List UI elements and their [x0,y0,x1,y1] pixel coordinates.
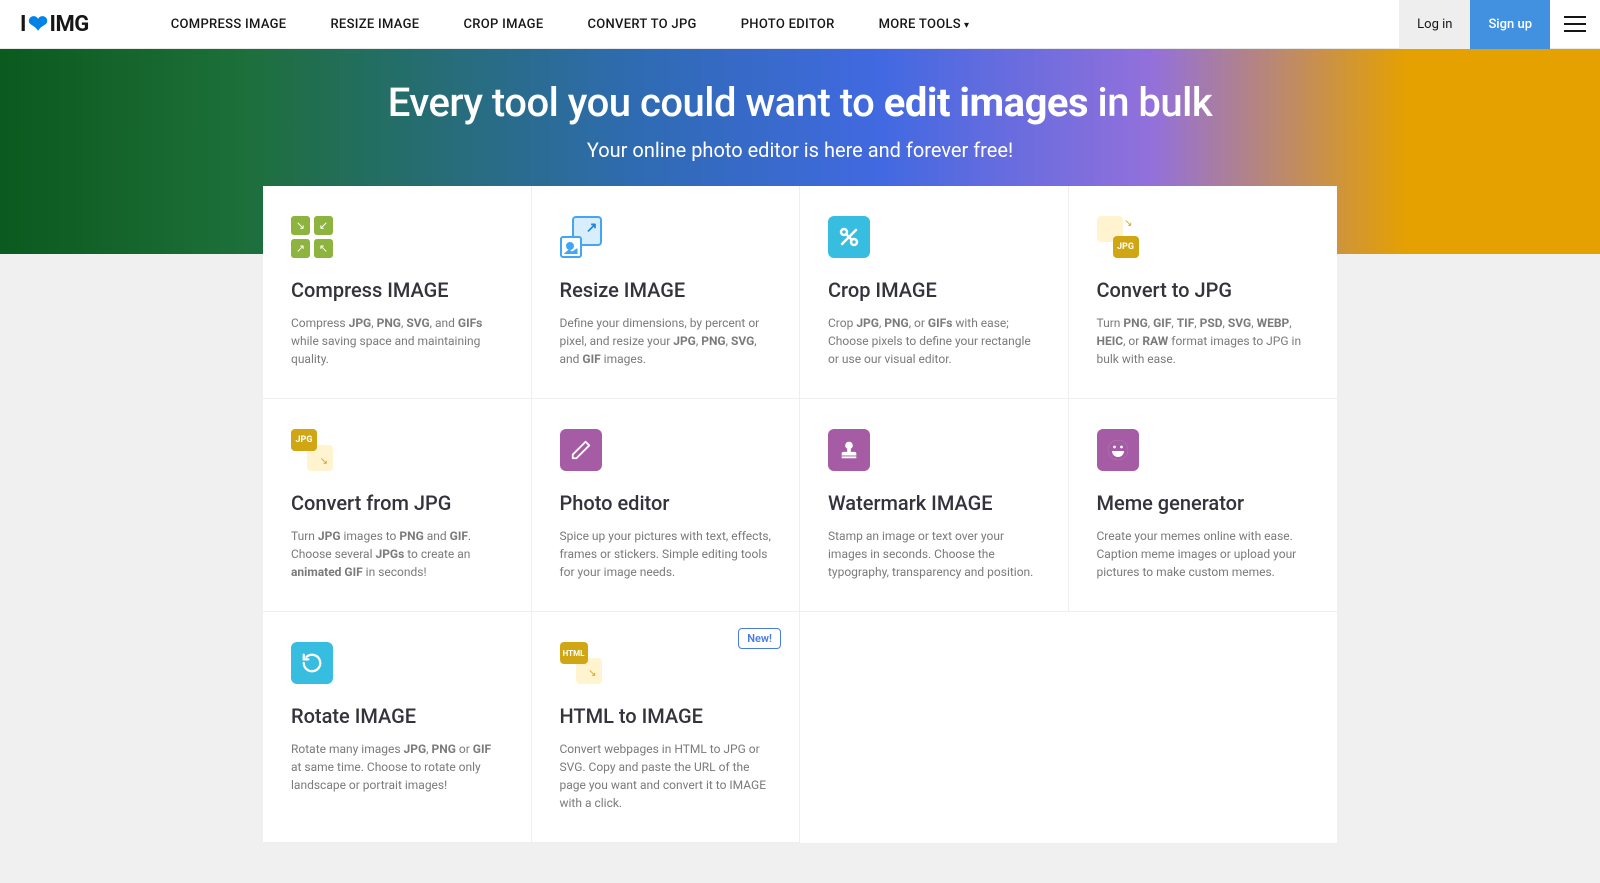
main-nav: COMPRESS IMAGE RESIZE IMAGE CROP IMAGE C… [149,17,1399,32]
tool-desc: Spice up your pictures with text, effect… [560,527,772,581]
nav-editor[interactable]: PHOTO EDITOR [719,17,857,32]
heart-icon: ❤ [28,10,48,38]
tool-desc: Create your memes online with ease. Capt… [1097,527,1310,581]
tool-desc: Compress JPG, PNG, SVG, and GIFs while s… [291,314,503,368]
convert-to-jpg-icon: ↘JPG [1097,216,1139,258]
rotate-icon [291,642,333,684]
nav-convert[interactable]: CONVERT TO JPG [565,17,718,32]
tool-crop[interactable]: Crop IMAGE Crop JPG, PNG, or GIFs with e… [800,186,1069,399]
tool-resize[interactable]: ↗ Resize IMAGE Define your dimensions, b… [532,186,801,399]
tool-desc: Turn PNG, GIF, TIF, PSD, SVG, WEBP, HEIC… [1097,314,1310,368]
logo-prefix: I [20,12,26,37]
tool-convert-from-jpg[interactable]: JPG↘ Convert from JPG Turn JPG images to… [263,399,532,612]
nav-more[interactable]: MORE TOOLS▾ [857,17,992,32]
hamburger-menu-icon[interactable] [1550,0,1600,49]
tool-meme[interactable]: Meme generator Create your memes online … [1069,399,1338,612]
new-badge: New! [738,628,781,649]
login-button[interactable]: Log in [1399,0,1470,49]
tool-title: Convert to JPG [1097,278,1310,302]
tool-desc: Stamp an image or text over your images … [828,527,1040,581]
tool-title: Crop IMAGE [828,278,1040,302]
tool-title: Watermark IMAGE [828,491,1040,515]
stamp-icon [828,429,870,471]
tool-desc: Crop JPG, PNG, or GIFs with ease; Choose… [828,314,1040,368]
tools-grid-wrap: ↘↙↗↖ Compress IMAGE Compress JPG, PNG, S… [263,186,1337,883]
tool-convert-to-jpg[interactable]: ↘JPG Convert to JPG Turn PNG, GIF, TIF, … [1069,186,1338,399]
tool-desc: Convert webpages in HTML to JPG or SVG. … [560,740,772,812]
main-header: I ❤ IMG COMPRESS IMAGE RESIZE IMAGE CROP… [0,0,1600,49]
tool-watermark[interactable]: Watermark IMAGE Stamp an image or text o… [800,399,1069,612]
tools-grid: ↘↙↗↖ Compress IMAGE Compress JPG, PNG, S… [263,186,1337,843]
tool-title: Compress IMAGE [291,278,503,302]
tool-title: HTML to IMAGE [560,704,772,728]
tool-html-to-image[interactable]: New! HTML↘ HTML to IMAGE Convert webpage… [532,612,801,843]
tool-title: Rotate IMAGE [291,704,503,728]
nav-crop[interactable]: CROP IMAGE [441,17,565,32]
tool-title: Resize IMAGE [560,278,772,302]
tool-desc: Define your dimensions, by percent or pi… [560,314,772,368]
tool-title: Meme generator [1097,491,1310,515]
tool-desc: Turn JPG images to PNG and GIF. Choose s… [291,527,503,581]
tool-compress[interactable]: ↘↙↗↖ Compress IMAGE Compress JPG, PNG, S… [263,186,532,399]
pencil-icon [560,429,602,471]
html-to-image-icon: HTML↘ [560,642,602,684]
header-actions: Log in Sign up [1399,0,1600,48]
tool-photo-editor[interactable]: Photo editor Spice up your pictures with… [532,399,801,612]
hero-subtitle: Your online photo editor is here and for… [0,138,1600,162]
chevron-down-icon: ▾ [964,20,969,31]
nav-compress[interactable]: COMPRESS IMAGE [149,17,309,32]
logo[interactable]: I ❤ IMG [0,10,109,38]
convert-from-jpg-icon: JPG↘ [291,429,333,471]
nav-resize[interactable]: RESIZE IMAGE [308,17,441,32]
tool-title: Convert from JPG [291,491,503,515]
tool-desc: Rotate many images JPG, PNG or GIF at sa… [291,740,503,794]
smile-icon [1097,429,1139,471]
tool-rotate[interactable]: Rotate IMAGE Rotate many images JPG, PNG… [263,612,532,843]
compress-icon: ↘↙↗↖ [291,216,333,258]
signup-button[interactable]: Sign up [1470,0,1550,49]
hero-title: Every tool you could want to edit images… [0,79,1600,126]
resize-icon: ↗ [560,216,602,258]
logo-suffix: IMG [50,12,89,37]
tool-title: Photo editor [560,491,772,515]
crop-icon [828,216,870,258]
